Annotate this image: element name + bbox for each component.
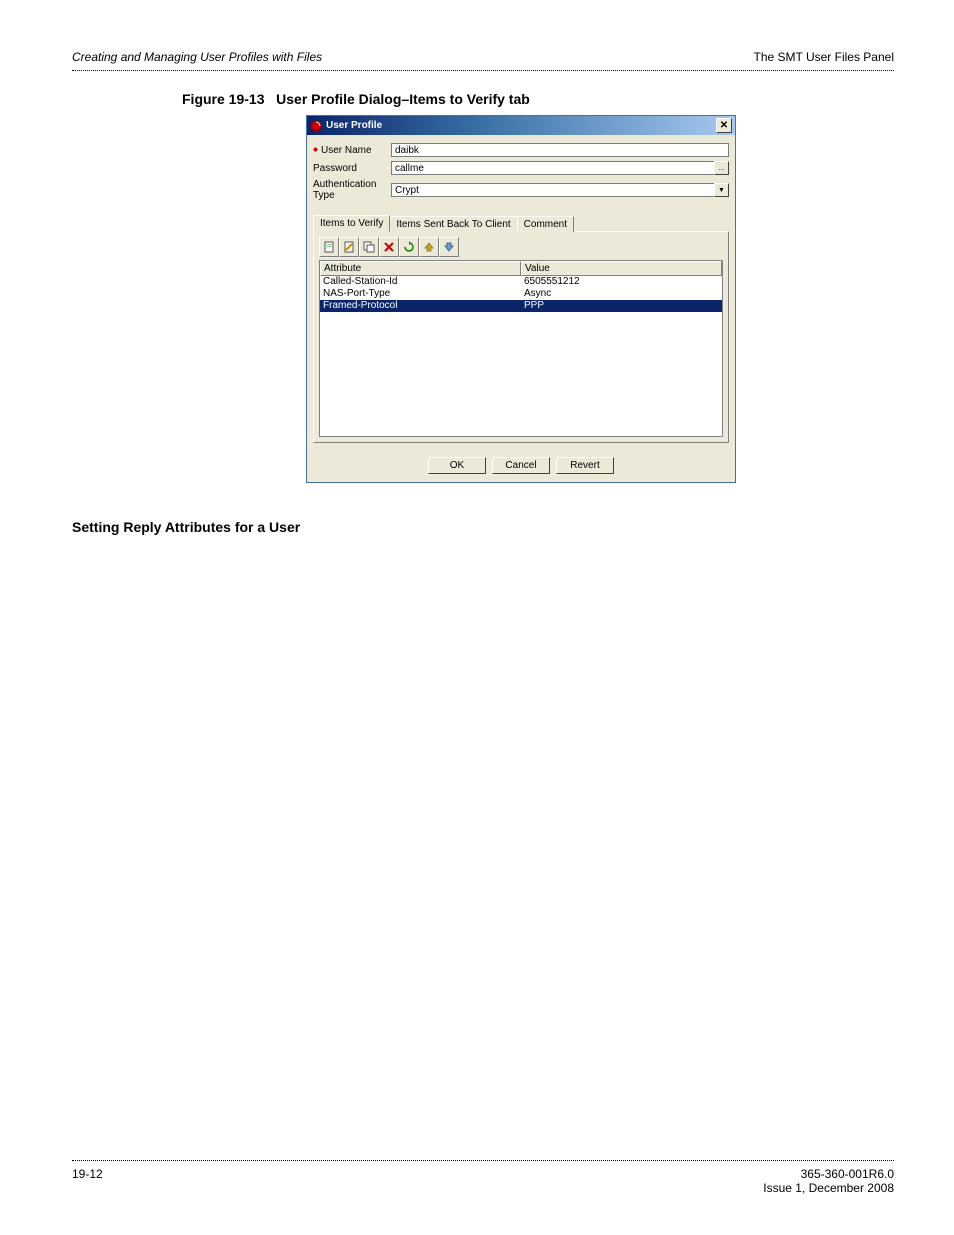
user-profile-dialog: User Profile ✕ User Name Password … (306, 115, 736, 483)
table-row[interactable]: NAS-Port-Type Async (320, 288, 722, 300)
doc-issue: Issue 1, December 2008 (763, 1181, 894, 1195)
app-icon (310, 120, 322, 132)
header-rule (72, 70, 894, 71)
tab-panel: Attribute Value Called-Station-Id 650555… (313, 231, 729, 443)
password-browse-button[interactable]: … (714, 161, 729, 175)
header-left: Creating and Managing User Profiles with… (72, 50, 322, 64)
tab-items-to-verify[interactable]: Items to Verify (313, 215, 390, 232)
username-input[interactable] (391, 143, 729, 157)
figure-title: User Profile Dialog–Items to Verify tab (276, 91, 530, 107)
grid-toolbar (319, 237, 723, 257)
footer-rule (72, 1160, 894, 1161)
authtype-input[interactable] (391, 183, 715, 197)
required-icon (313, 147, 318, 152)
new-icon[interactable] (319, 237, 339, 257)
tab-comment[interactable]: Comment (517, 216, 574, 232)
authtype-dropdown-button[interactable]: ▼ (714, 183, 729, 197)
section-heading: Setting Reply Attributes for a User (72, 519, 894, 535)
table-row[interactable]: Framed-Protocol PPP (320, 300, 722, 312)
revert-button[interactable]: Revert (556, 457, 614, 474)
up-icon[interactable] (419, 237, 439, 257)
header-right: The SMT User Files Panel (754, 50, 895, 64)
delete-icon[interactable] (379, 237, 399, 257)
grid-header-value[interactable]: Value (521, 261, 722, 276)
cancel-button[interactable]: Cancel (492, 457, 550, 474)
username-label: User Name (313, 145, 391, 156)
dialog-titlebar[interactable]: User Profile ✕ (307, 116, 735, 135)
ok-button[interactable]: OK (428, 457, 486, 474)
edit-icon[interactable] (339, 237, 359, 257)
close-button[interactable]: ✕ (716, 118, 732, 133)
password-input[interactable] (391, 161, 715, 175)
attributes-grid[interactable]: Attribute Value Called-Station-Id 650555… (319, 260, 723, 437)
figure-caption: Figure 19-13 User Profile Dialog–Items t… (182, 91, 894, 107)
copy-icon[interactable] (359, 237, 379, 257)
authtype-label: Authentication Type (313, 179, 391, 201)
refresh-icon[interactable] (399, 237, 419, 257)
dialog-title: User Profile (326, 120, 382, 131)
table-row[interactable]: Called-Station-Id 6505551212 (320, 276, 722, 288)
password-label: Password (313, 163, 391, 174)
page-number: 19-12 (72, 1167, 103, 1195)
tab-items-sent-back[interactable]: Items Sent Back To Client (389, 216, 517, 232)
grid-header-attribute[interactable]: Attribute (320, 261, 521, 276)
doc-number: 365-360-001R6.0 (763, 1167, 894, 1181)
figure-label: Figure 19-13 (182, 91, 264, 107)
down-icon[interactable] (439, 237, 459, 257)
